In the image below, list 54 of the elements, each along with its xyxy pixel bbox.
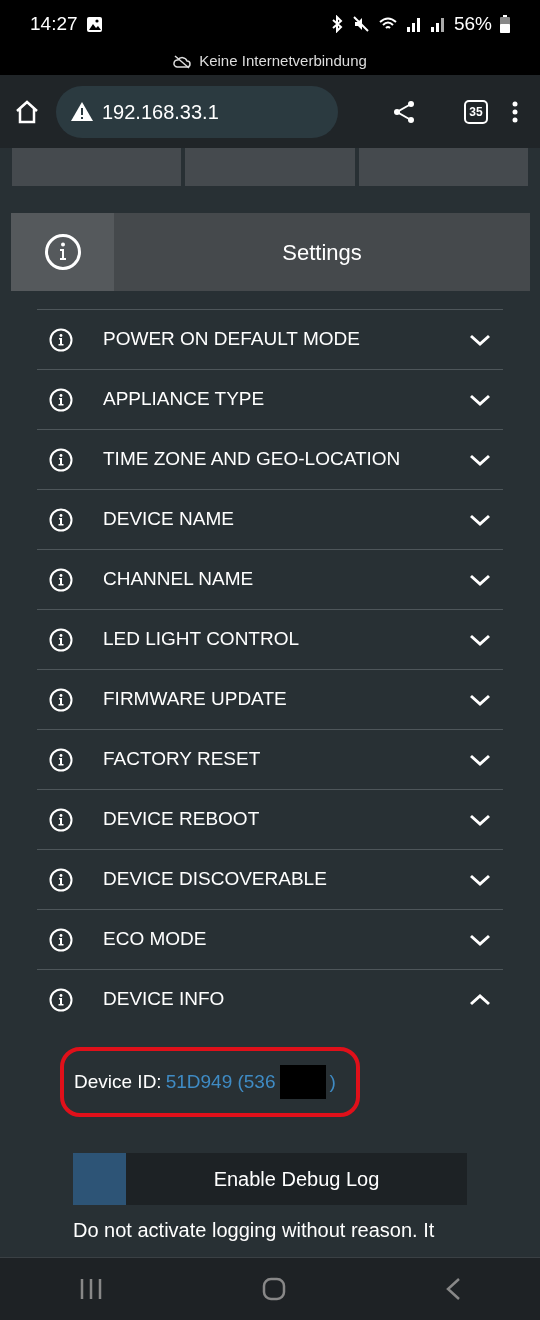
- device-id-value-end: ): [329, 1069, 336, 1094]
- accordion-item[interactable]: TIME ZONE AND GEO-LOCATION: [37, 429, 503, 489]
- battery-percentage: 56%: [453, 11, 492, 36]
- warning-icon: [70, 101, 94, 122]
- accordion-item[interactable]: LED LIGHT CONTROL: [37, 609, 503, 669]
- cloud-off-icon: [173, 54, 192, 69]
- image-icon: [85, 15, 103, 33]
- redaction-mark: [279, 1065, 326, 1099]
- menu-tile[interactable]: [358, 148, 528, 186]
- accordion-item[interactable]: DEVICE DISCOVERABLE: [37, 849, 503, 909]
- accordion-item[interactable]: CHANNEL NAME: [37, 549, 503, 609]
- signal-icon: [429, 15, 446, 33]
- recent-apps-icon[interactable]: [79, 1277, 104, 1301]
- accordion-item[interactable]: ECO MODE: [37, 909, 503, 969]
- info-icon: [49, 927, 73, 952]
- device-id-value: 51D949 (536: [165, 1069, 276, 1094]
- address-bar[interactable]: 192.168.33.1: [56, 85, 338, 138]
- signal-icon: [405, 15, 422, 33]
- share-icon[interactable]: [392, 99, 416, 124]
- accordion-item[interactable]: POWER ON DEFAULT MODE: [37, 309, 503, 369]
- info-icon: [49, 447, 73, 472]
- logging-warning: Do not activate logging without reason. It: [73, 1219, 436, 1242]
- home-button-icon[interactable]: [262, 1277, 286, 1301]
- info-icon: [49, 807, 73, 832]
- menu-tile[interactable]: [185, 148, 355, 186]
- info-icon: [49, 327, 73, 352]
- info-icon: [49, 687, 73, 712]
- info-icon: [49, 387, 73, 412]
- connection-notice: Keine Internetverbindung: [199, 51, 367, 72]
- accordion-item[interactable]: DEVICE REBOOT: [37, 789, 503, 849]
- back-icon[interactable]: [444, 1277, 461, 1301]
- info-icon: [43, 233, 82, 271]
- menu-tile[interactable]: [12, 148, 182, 186]
- info-icon: [49, 627, 73, 652]
- info-icon: [49, 507, 73, 532]
- settings-header[interactable]: Settings: [11, 213, 530, 291]
- battery-icon: [500, 15, 510, 33]
- accordion-item[interactable]: APPLIANCE TYPE: [37, 369, 503, 429]
- info-icon: [49, 747, 73, 772]
- more-icon[interactable]: [512, 100, 518, 123]
- tab-counter[interactable]: 35: [464, 99, 488, 124]
- chevron-up-icon: [469, 991, 491, 1008]
- home-icon[interactable]: [14, 98, 40, 125]
- accordion-item[interactable]: FIRMWARE UPDATE: [37, 669, 503, 729]
- accordion-item[interactable]: FACTORY RESET: [37, 729, 503, 789]
- mute-icon: [351, 15, 370, 33]
- clock-time: 14:27: [30, 11, 78, 36]
- info-icon: [49, 987, 73, 1012]
- accordion-item[interactable]: DEVICE INFO: [37, 969, 503, 1029]
- info-icon: [49, 867, 73, 892]
- device-id-label: Device ID:: [74, 1069, 162, 1094]
- accordion-item[interactable]: DEVICE NAME: [37, 489, 503, 549]
- debug-log-toggle[interactable]: Enable Debug Log: [73, 1153, 467, 1205]
- info-icon: [49, 567, 73, 592]
